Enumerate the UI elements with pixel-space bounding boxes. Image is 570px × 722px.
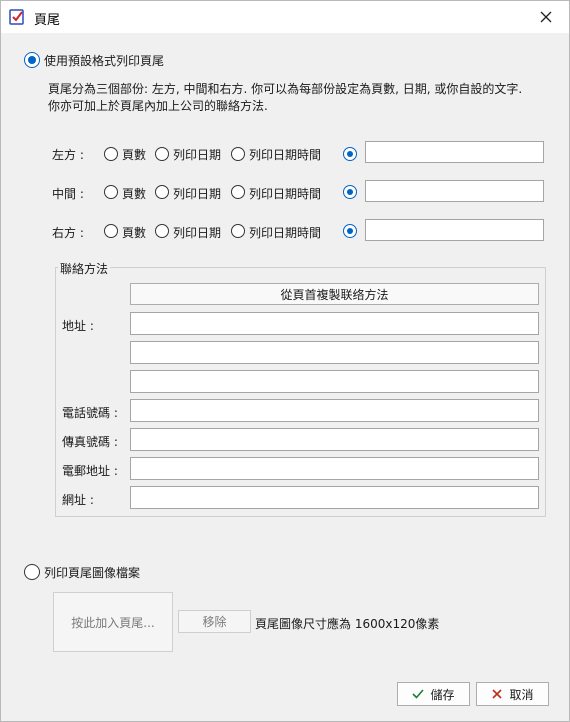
- right-custom-text-input[interactable]: [365, 219, 544, 241]
- copy-from-header-button[interactable]: 從頁首複製联络方法: [130, 283, 539, 305]
- save-button[interactable]: 儲存: [397, 682, 470, 706]
- default-format-label: 使用預設格式列印頁尾: [44, 54, 165, 68]
- center-print-datetime-label: 列印日期時間: [249, 187, 322, 201]
- right-page-number-radio[interactable]: [104, 224, 118, 238]
- center-custom-text-radio[interactable]: [343, 185, 357, 199]
- copy-from-header-label: 從頁首複製联络方法: [280, 287, 389, 302]
- left-print-datetime-radio[interactable]: [231, 147, 245, 161]
- remove-image-button[interactable]: 移除: [178, 610, 251, 633]
- close-button[interactable]: [523, 1, 569, 33]
- center-print-datetime-radio[interactable]: [231, 185, 245, 199]
- cancel-x-icon: [492, 689, 503, 699]
- center-print-date-label: 列印日期: [173, 187, 222, 201]
- check-icon: [412, 689, 425, 699]
- address-label: 地址 :: [62, 319, 94, 333]
- left-custom-text-input[interactable]: [365, 141, 544, 163]
- default-format-radio[interactable]: [24, 52, 40, 68]
- title-bar: 頁尾: [1, 1, 569, 33]
- cancel-label: 取消: [509, 687, 534, 702]
- right-page-number-label: 頁數: [122, 226, 147, 240]
- fax-label: 傳真號碼 :: [62, 435, 118, 449]
- center-row-label: 中間 :: [52, 187, 84, 201]
- save-label: 儲存: [430, 687, 455, 702]
- left-print-date-radio[interactable]: [155, 147, 169, 161]
- address-line-3-input[interactable]: [130, 370, 539, 393]
- phone-input[interactable]: [130, 399, 539, 422]
- left-print-datetime-label: 列印日期時間: [249, 148, 322, 162]
- description-line-1: 頁尾分為三個部份: 左方, 中間和右方. 你可以為每部份設定為頁數, 日期, 或…: [48, 82, 523, 96]
- center-print-date-radio[interactable]: [155, 185, 169, 199]
- footer-image-radio[interactable]: [24, 564, 40, 580]
- footer-settings-dialog: 頁尾 使用預設格式列印頁尾 頁尾分為三個部份: 左方, 中間和右方. 你可以為每…: [0, 0, 570, 722]
- left-print-date-label: 列印日期: [173, 148, 222, 162]
- left-page-number-radio[interactable]: [104, 147, 118, 161]
- right-row-label: 右方 :: [52, 226, 84, 240]
- center-page-number-radio[interactable]: [104, 185, 118, 199]
- left-custom-text-radio[interactable]: [343, 147, 357, 161]
- checklist-app-icon: [9, 9, 24, 25]
- fax-input[interactable]: [130, 428, 539, 451]
- cancel-button[interactable]: 取消: [476, 682, 549, 706]
- image-size-hint: 頁尾圖像尺寸應為 1600x120像素: [255, 617, 440, 631]
- contact-group-title: 聯絡方法: [58, 260, 111, 277]
- right-print-date-radio[interactable]: [155, 224, 169, 238]
- add-footer-image-button[interactable]: 按此加入頁尾...: [53, 592, 173, 652]
- right-print-date-label: 列印日期: [173, 226, 222, 240]
- address-line-1-input[interactable]: [130, 312, 539, 335]
- email-input[interactable]: [130, 457, 539, 480]
- phone-label: 電話號碼 :: [62, 406, 118, 420]
- website-input[interactable]: [130, 486, 539, 509]
- address-line-2-input[interactable]: [130, 341, 539, 364]
- right-print-datetime-radio[interactable]: [231, 224, 245, 238]
- right-custom-text-radio[interactable]: [343, 224, 357, 238]
- email-label: 電郵地址 :: [62, 464, 118, 478]
- right-print-datetime-label: 列印日期時間: [249, 226, 322, 240]
- left-page-number-label: 頁數: [122, 148, 147, 162]
- left-row-label: 左方 :: [52, 148, 84, 162]
- footer-image-label: 列印頁尾圖像檔案: [44, 566, 141, 580]
- center-page-number-label: 頁數: [122, 187, 147, 201]
- add-footer-image-label: 按此加入頁尾...: [71, 615, 155, 630]
- website-label: 網址 :: [62, 493, 94, 507]
- center-custom-text-input[interactable]: [365, 180, 544, 202]
- close-icon: [540, 11, 552, 23]
- description-line-2: 你亦可加上於頁尾內加上公司的聯絡方法.: [48, 99, 268, 113]
- window-title: 頁尾: [34, 13, 61, 28]
- remove-image-label: 移除: [202, 615, 227, 629]
